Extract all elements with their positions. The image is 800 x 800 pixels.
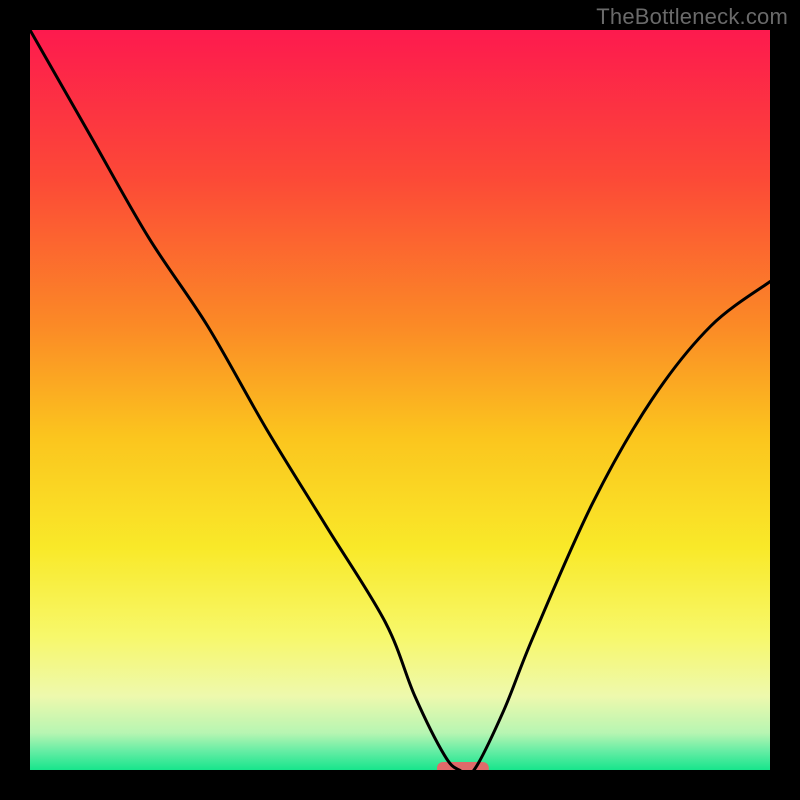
watermark-text: TheBottleneck.com <box>596 4 788 30</box>
plot-area <box>30 30 770 770</box>
chart-svg <box>30 30 770 770</box>
chart-frame: TheBottleneck.com <box>0 0 800 800</box>
optimal-range-marker <box>437 762 489 770</box>
